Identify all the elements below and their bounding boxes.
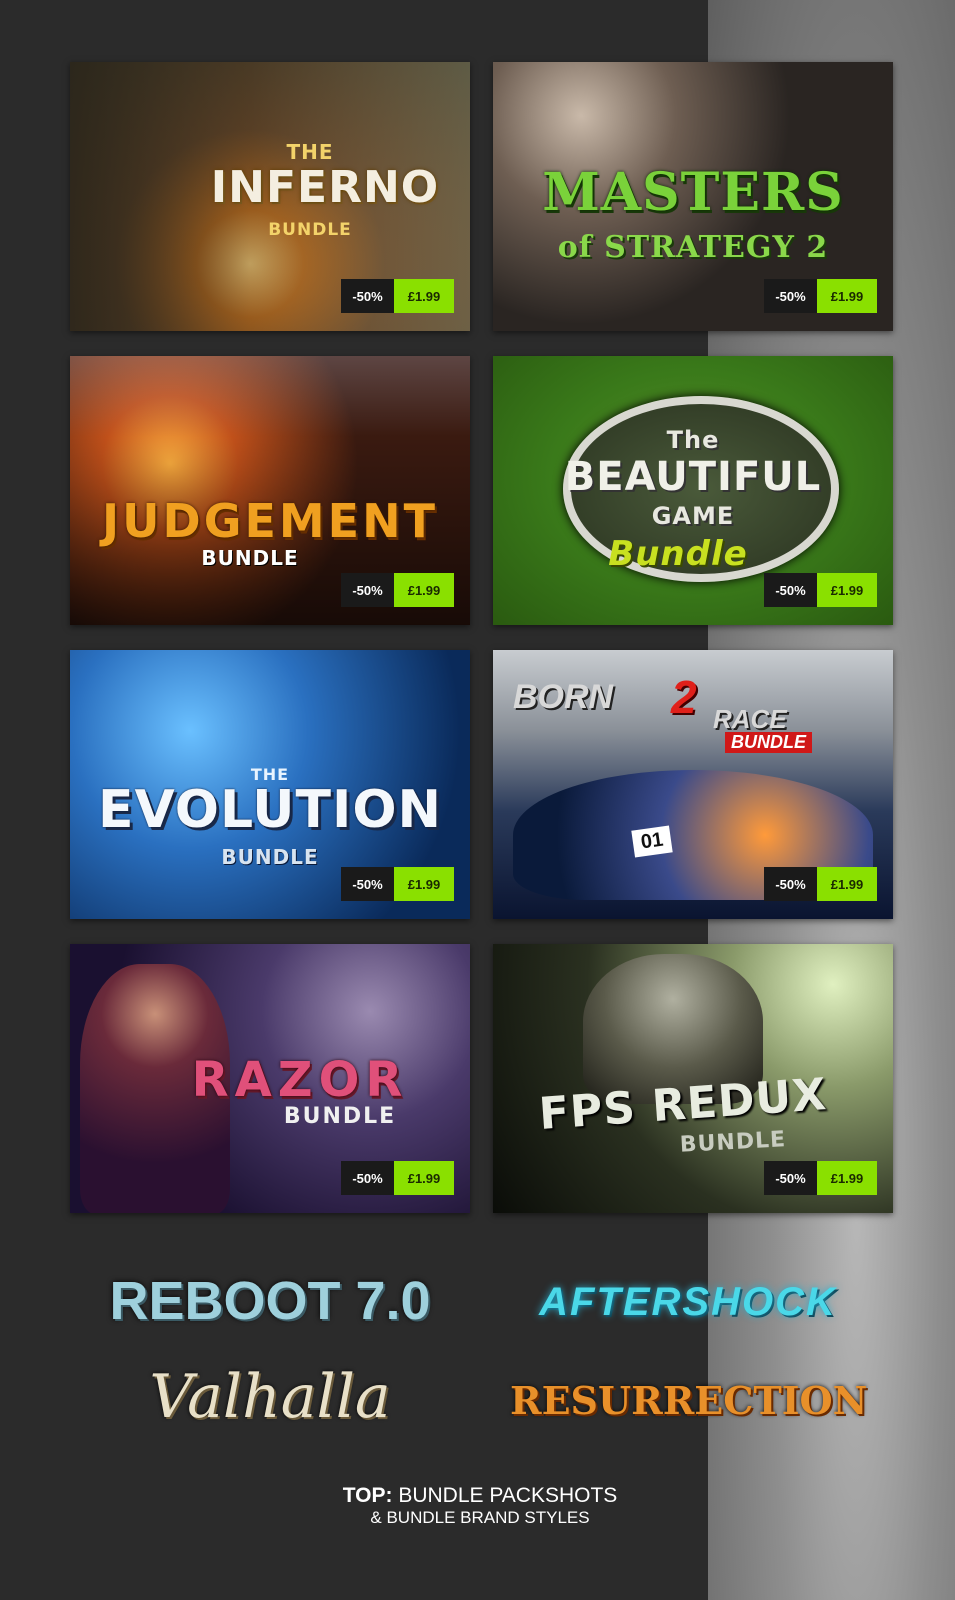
- price-row: -50% £1.99: [764, 867, 877, 901]
- tile-subtitle: BUNDLE: [268, 220, 352, 240]
- bundle-tile-inferno[interactable]: THE INFERNO BUNDLE -50% £1.99: [70, 62, 470, 331]
- price-row: -50% £1.99: [341, 867, 454, 901]
- discount-badge: -50%: [764, 867, 817, 901]
- bundle-tile-judgement[interactable]: JUDGEMENT BUNDLE -50% £1.99: [70, 356, 470, 625]
- tile-extra: Bundle: [608, 534, 748, 574]
- bundle-tile-fps-redux[interactable]: FPS REDUX BUNDLE -50% £1.99: [493, 944, 893, 1213]
- price-button[interactable]: £1.99: [817, 573, 877, 607]
- price-button[interactable]: £1.99: [817, 279, 877, 313]
- bundle-tile-evolution[interactable]: THE EVOLUTION BUNDLE -50% £1.99: [70, 650, 470, 919]
- price-row: -50% £1.99: [764, 573, 877, 607]
- bundle-tile-razor[interactable]: RAZOR BUNDLE -50% £1.99: [70, 944, 470, 1213]
- bundle-tile-masters-of-strategy[interactable]: MASTERS of STRATEGY 2 -50% £1.99: [493, 62, 893, 331]
- price-row: -50% £1.99: [341, 279, 454, 313]
- discount-badge: -50%: [764, 1161, 817, 1195]
- discount-badge: -50%: [341, 279, 394, 313]
- car-number-plate: 01: [631, 825, 673, 858]
- brand-reboot: REBOOT 7.0: [109, 1271, 431, 1331]
- price-button[interactable]: £1.99: [394, 1161, 454, 1195]
- caption-bold: TOP:: [342, 1484, 393, 1507]
- caption-line2: & BUNDLE BRAND STYLES: [370, 1508, 590, 1527]
- tile-title: BEAUTIFUL: [564, 454, 822, 500]
- tile-top-text: The: [666, 426, 720, 454]
- caption-line1: BUNDLE PACKSHOTS: [392, 1484, 618, 1507]
- discount-badge: -50%: [341, 573, 394, 607]
- bundle-tile-born-2-race[interactable]: 01 BORN 2 RACE BUNDLE -50% £1.99: [493, 650, 893, 919]
- tile-subtitle: BUNDLE: [201, 546, 299, 570]
- discount-badge: -50%: [341, 867, 394, 901]
- price-button[interactable]: £1.99: [817, 1161, 877, 1195]
- tile-subtitle: GAME: [651, 502, 735, 530]
- price-row: -50% £1.99: [764, 1161, 877, 1195]
- tile-extra: BUNDLE: [725, 732, 812, 753]
- price-row: -50% £1.99: [764, 279, 877, 313]
- tile-title: 2: [671, 671, 697, 723]
- tile-title: EVOLUTION: [97, 780, 443, 840]
- tile-title: RAZOR: [191, 1052, 409, 1108]
- discount-badge: -50%: [764, 279, 817, 313]
- tile-top-text: THE: [286, 140, 334, 164]
- brand-resurrection: RESURRECTION: [510, 1378, 868, 1423]
- tile-title: INFERNO: [210, 162, 440, 213]
- page-caption: TOP: BUNDLE PACKSHOTS & BUNDLE BRAND STY…: [290, 1484, 670, 1528]
- discount-badge: -50%: [341, 1161, 394, 1195]
- tile-title: JUDGEMENT: [102, 494, 438, 548]
- brand-aftershock: AFTERSHOCK: [539, 1280, 837, 1324]
- tile-subtitle: RACE: [713, 704, 787, 734]
- tile-top-text: BORN: [513, 678, 614, 716]
- tile-subtitle: BUNDLE: [221, 845, 319, 869]
- discount-badge: -50%: [764, 573, 817, 607]
- brand-valhalla: Valhalla: [149, 1362, 391, 1432]
- tile-subtitle: of STRATEGY 2: [557, 230, 829, 265]
- price-button[interactable]: £1.99: [394, 279, 454, 313]
- price-row: -50% £1.99: [341, 1161, 454, 1195]
- price-button[interactable]: £1.99: [817, 867, 877, 901]
- price-button[interactable]: £1.99: [394, 867, 454, 901]
- tile-subtitle: BUNDLE: [283, 1104, 397, 1129]
- tile-title: MASTERS: [542, 162, 844, 223]
- price-row: -50% £1.99: [341, 573, 454, 607]
- price-button[interactable]: £1.99: [394, 573, 454, 607]
- bundle-tile-beautiful-game[interactable]: The BEAUTIFUL GAME Bundle -50% £1.99: [493, 356, 893, 625]
